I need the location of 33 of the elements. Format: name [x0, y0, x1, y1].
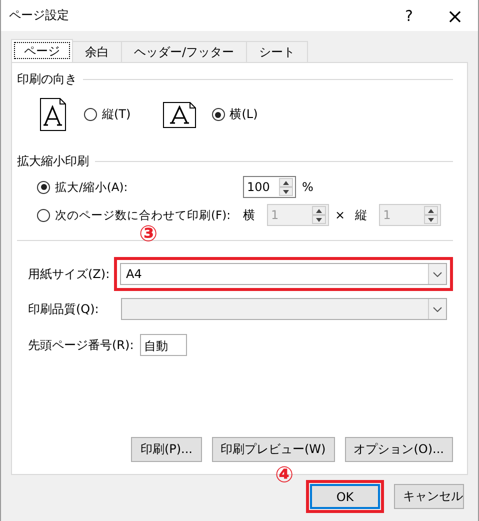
height-label: 縦 [355, 206, 368, 224]
tab[interactable]: シート [246, 41, 308, 62]
window-title: ページ設定 [9, 7, 70, 24]
radio-button[interactable] [37, 180, 50, 194]
percent-label: % [302, 180, 314, 194]
group-heading: 印刷の向き [17, 71, 77, 88]
chevron-down-icon [433, 306, 442, 312]
radio-label: 拡大/縮小(A): [55, 180, 129, 194]
print-quality-label: 印刷品質(Q): [28, 300, 100, 318]
panel-button[interactable]: 印刷(P)... [131, 437, 202, 462]
dialog-button[interactable]: キャンセル [394, 484, 464, 509]
panel-button[interactable]: オプション(O)... [344, 437, 453, 462]
tab[interactable]: ページ [11, 39, 73, 62]
paper-size-dropdown[interactable]: A4 [120, 263, 447, 285]
group-heading: 拡大縮小印刷 [17, 153, 89, 170]
chevron-down-icon [433, 272, 442, 276]
help-button[interactable]: ? [386, 0, 432, 31]
times-sign: × [335, 208, 346, 222]
portrait-page-icon [40, 98, 66, 131]
step-marker: ④ [275, 465, 294, 487]
scale-spinner[interactable]: 100 [243, 176, 296, 198]
first-page-number-field[interactable]: 自動 [140, 334, 187, 356]
close-button[interactable]: × [432, 0, 478, 31]
paper-size-label: 用紙サイズ(Z): [28, 266, 111, 282]
dialog-button[interactable]: OK [310, 484, 380, 509]
orientation-radio[interactable]: 縦(T) [84, 106, 131, 123]
width-label: 横 [243, 206, 255, 224]
landscape-page-icon [162, 102, 196, 128]
step-marker: ③ [139, 224, 158, 246]
first-page-number-label: 先頭ページ番号(R): [28, 336, 134, 354]
panel-button[interactable]: 印刷プレビュー(W) [212, 437, 335, 462]
radio-label: 次のページ数に合わせて印刷(F): [55, 208, 232, 222]
orientation-radio[interactable]: 横(L) [212, 106, 258, 123]
